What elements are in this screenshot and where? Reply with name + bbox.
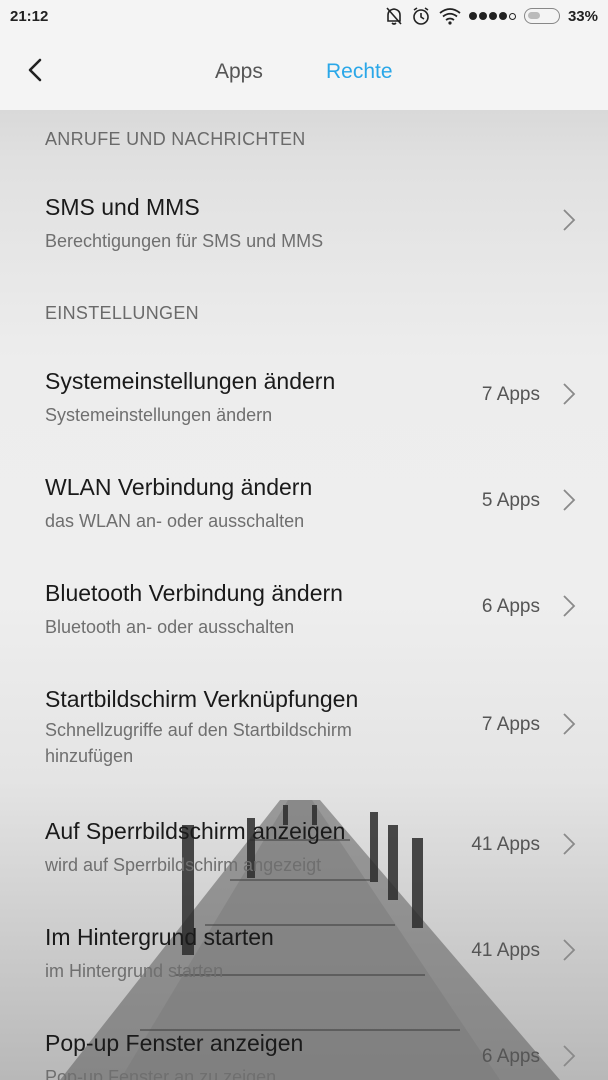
chevron-right-icon: [563, 209, 576, 231]
item-subtitle: Schnellzugriffe auf den Startbildschirm …: [45, 720, 352, 766]
chevron-right-icon: [563, 383, 576, 405]
list-item-popup-windows[interactable]: Pop-up Fenster anzeigen Pop-up Fenster a…: [0, 1026, 608, 1080]
item-subtitle: Berechtigungen für SMS und MMS: [45, 231, 324, 251]
list-item-system-settings[interactable]: Systemeinstellungen ändern Systemeinstel…: [0, 364, 608, 438]
item-subtitle: Systemeinstellungen ändern: [45, 405, 273, 425]
item-title: Bluetooth Verbindung ändern: [45, 580, 343, 606]
item-title: Systemeinstellungen ändern: [45, 368, 336, 394]
chevron-right-icon: [563, 939, 576, 961]
permissions-list: ANRUFE UND NACHRICHTEN SMS und MMS Berec…: [0, 110, 608, 1080]
item-title: SMS und MMS: [45, 194, 200, 220]
battery-icon: [523, 8, 560, 24]
item-title: Pop-up Fenster anzeigen: [45, 1030, 304, 1056]
top-header: Apps Rechte: [0, 34, 608, 110]
item-subtitle: Pop-up Fenster an zu zeigen: [45, 1067, 277, 1080]
item-subtitle: im Hintergrund starten: [45, 961, 224, 981]
back-arrow-icon[interactable]: [22, 56, 50, 84]
section-title-calls-messages: ANRUFE UND NACHRICHTEN: [45, 129, 306, 149]
section-title-settings: EINSTELLUNGEN: [45, 303, 199, 323]
list-item-wlan[interactable]: WLAN Verbindung ändern das WLAN an- oder…: [0, 470, 608, 544]
app-count: 5 Apps: [481, 490, 540, 511]
item-title: WLAN Verbindung ändern: [45, 474, 313, 500]
chevron-right-icon: [563, 489, 576, 511]
signal-strength-icon: [468, 12, 516, 20]
item-title: Auf Sperrbildschirm anzeigen: [45, 818, 346, 844]
app-count: 7 Apps: [481, 384, 540, 405]
chevron-right-icon: [563, 595, 576, 617]
chevron-right-icon: [563, 1045, 576, 1067]
chevron-right-icon: [563, 833, 576, 855]
item-title: Im Hintergrund starten: [45, 924, 274, 950]
status-bar: 21:12 33%: [0, 0, 608, 34]
list-item-bluetooth[interactable]: Bluetooth Verbindung ändern Bluetooth an…: [0, 576, 608, 650]
item-subtitle: Bluetooth an- oder ausschalten: [45, 617, 295, 637]
item-subtitle: wird auf Sperrbildschirm angezeigt: [45, 855, 322, 875]
tab-rechte[interactable]: Rechte: [326, 60, 393, 84]
app-count: 7 Apps: [481, 714, 540, 735]
list-item-home-shortcuts[interactable]: Startbildschirm Verknüpfungen Schnellzug…: [0, 682, 608, 778]
status-icons: 33%: [385, 6, 598, 26]
battery-percent: 33%: [567, 7, 598, 25]
list-item-sms-mms[interactable]: SMS und MMS Berechtigungen für SMS und M…: [0, 190, 608, 264]
app-screen: 21:12 33% Apps Rechte ANRUFE UND NACHRIC…: [0, 0, 608, 1080]
alarm-icon: [413, 7, 429, 25]
list-item-background-start[interactable]: Im Hintergrund starten im Hintergrund st…: [0, 920, 608, 994]
item-subtitle: das WLAN an- oder ausschalten: [45, 511, 305, 531]
list-item-lockscreen[interactable]: Auf Sperrbildschirm anzeigen wird auf Sp…: [0, 814, 608, 888]
wifi-icon: [439, 8, 461, 25]
bell-off-icon: [386, 7, 402, 25]
app-count: 6 Apps: [481, 596, 540, 617]
item-title: Startbildschirm Verknüpfungen: [45, 686, 359, 712]
tab-apps[interactable]: Apps: [215, 60, 263, 84]
app-count: 6 Apps: [481, 1046, 540, 1067]
app-count: 41 Apps: [471, 834, 540, 855]
app-count: 41 Apps: [471, 940, 540, 961]
status-time: 21:12: [10, 8, 49, 25]
chevron-right-icon: [563, 713, 576, 735]
